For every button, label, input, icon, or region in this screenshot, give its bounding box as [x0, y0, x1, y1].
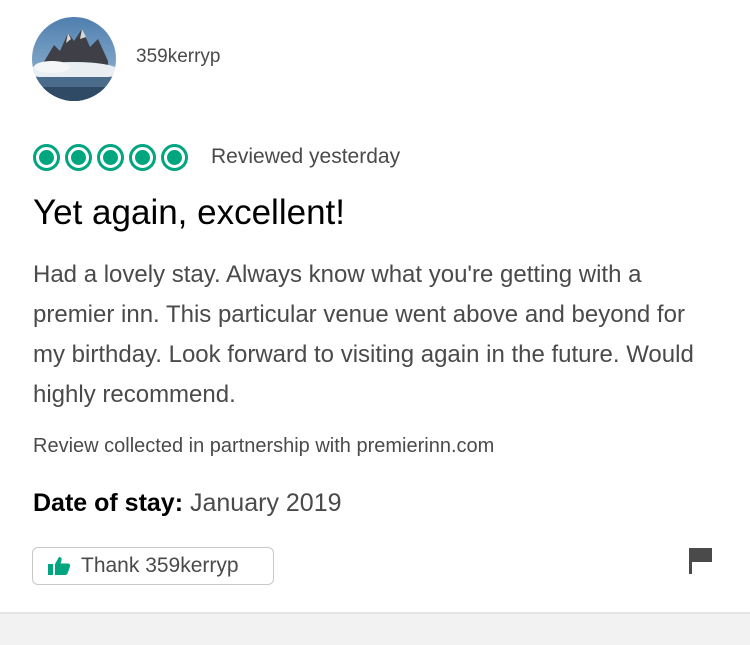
flag-icon[interactable]: [689, 548, 713, 579]
collected-note: Review collected in partnership with pre…: [33, 435, 495, 457]
reviewer-avatar[interactable]: [32, 17, 116, 101]
rating-bubbles: [33, 140, 193, 174]
rating-bubble-2: [65, 143, 92, 171]
rating-bubble-3: [97, 143, 124, 171]
rating-bubble-4: [129, 143, 156, 171]
mountain-landscape-avatar: [32, 17, 116, 101]
date-of-stay: Date of stay: January 2019: [33, 489, 342, 518]
reviewer-username[interactable]: 359kerryp: [136, 46, 221, 68]
review-title[interactable]: Yet again, excellent!: [33, 193, 345, 233]
review-date: Reviewed yesterday: [211, 145, 401, 168]
review-body: Had a lovely stay. Always know what you'…: [33, 261, 694, 408]
date-of-stay-label: Date of stay:: [33, 489, 184, 517]
review-card: 359kerryp Reviewed yesterday Yet again, …: [0, 0, 750, 612]
rating-bubble-1: [33, 143, 60, 171]
rating-bubble-5: [161, 143, 188, 171]
next-section-background: [0, 614, 750, 645]
thumbs-up-icon: [47, 556, 71, 576]
thank-button-label: Thank 359kerryp: [81, 554, 239, 577]
thank-button[interactable]: Thank 359kerryp: [32, 547, 274, 585]
date-of-stay-value: January 2019: [190, 489, 342, 517]
